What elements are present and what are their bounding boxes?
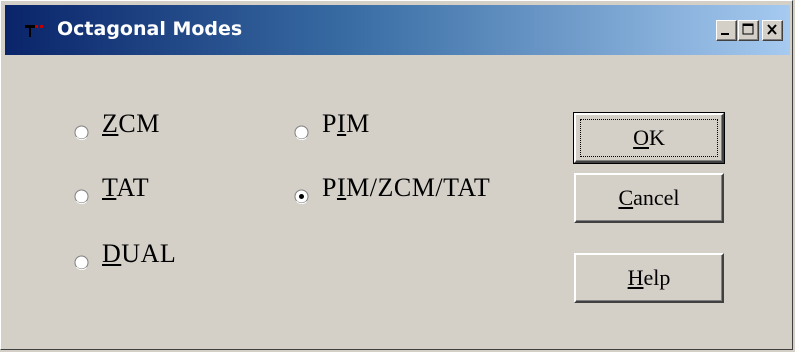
radio-label: PIM/ZCM/TAT xyxy=(322,173,491,202)
window-title: Octagonal Modes xyxy=(57,18,243,40)
ok-button-label: OK xyxy=(633,125,665,150)
cancel-button[interactable]: Cancel xyxy=(574,173,724,223)
radio-label: PIM xyxy=(322,109,370,138)
radio-button[interactable] xyxy=(294,181,309,204)
radio-label: TAT xyxy=(102,173,150,202)
radio-option-pim-zcm-tat[interactable]: PIM/ZCM/TAT xyxy=(294,173,491,204)
minimize-icon xyxy=(721,33,729,35)
radio-option-pim[interactable]: PIM xyxy=(294,109,370,140)
radio-button[interactable] xyxy=(74,181,89,204)
radio-label: DUAL xyxy=(102,239,177,268)
radio-option-zcm[interactable]: ZCM xyxy=(74,109,160,140)
maximize-icon xyxy=(742,23,754,35)
radio-button[interactable] xyxy=(74,247,89,270)
radio-label: ZCM xyxy=(102,109,160,138)
title-bar[interactable]: Octagonal Modes xyxy=(5,5,790,55)
radio-option-tat[interactable]: TAT xyxy=(74,173,150,204)
cancel-button-label: Cancel xyxy=(618,185,680,210)
app-icon[interactable] xyxy=(23,23,45,39)
ok-button[interactable]: OK xyxy=(573,112,725,164)
radio-button[interactable] xyxy=(74,117,89,140)
help-button[interactable]: Help xyxy=(574,253,724,303)
maximize-button[interactable] xyxy=(738,20,759,41)
radio-option-dual[interactable]: DUAL xyxy=(74,239,177,270)
help-button-label: Help xyxy=(627,265,671,290)
dialog-window: Octagonal Modes ZCM TAT DUAL PIM PIM/ZCM/TAT… xyxy=(0,0,793,350)
minimize-button[interactable] xyxy=(716,20,737,41)
radio-button[interactable] xyxy=(294,117,309,140)
close-icon xyxy=(767,24,777,35)
close-button[interactable] xyxy=(762,20,783,41)
